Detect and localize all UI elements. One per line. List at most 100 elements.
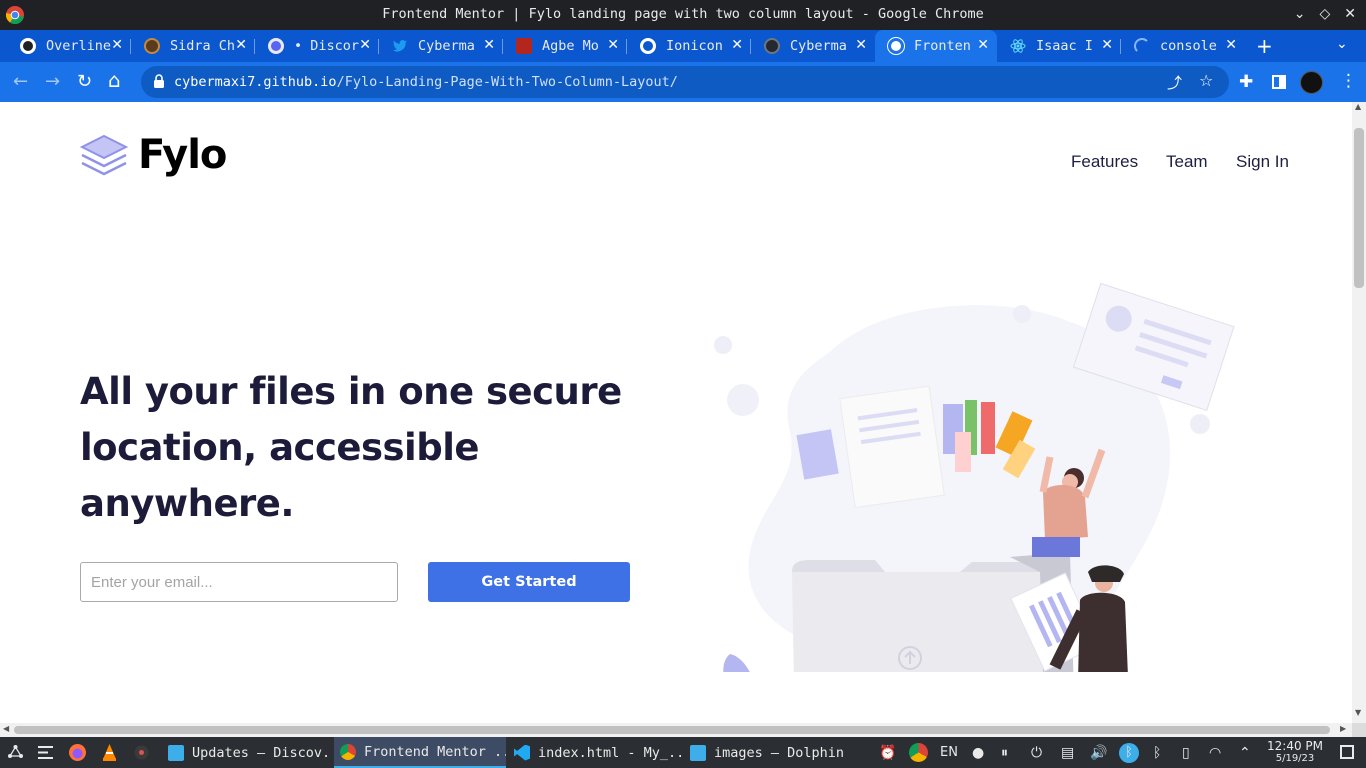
browser-tab[interactable]: Cyberma ✕ [751, 30, 875, 62]
nav-link-sign-in[interactable]: Sign In [1236, 152, 1289, 172]
side-panel-icon[interactable] [1272, 75, 1286, 89]
close-tab-icon[interactable]: ✕ [731, 37, 743, 53]
window-titlebar: Frontend Mentor | Fylo landing page with… [0, 0, 1366, 30]
notifications-alarm-icon[interactable]: ⏰ [879, 745, 896, 761]
show-desktop-button[interactable] [1340, 745, 1354, 759]
clipboard-icon[interactable]: ▤ [1061, 745, 1074, 761]
tab-search-icon[interactable]: ⌄ [1336, 36, 1348, 52]
clock-time: 12:40 PM [1267, 739, 1323, 753]
app-launcher-icon[interactable] [6, 743, 25, 762]
scroll-left-icon[interactable]: ◀ [3, 724, 9, 733]
window-title: Frontend Mentor | Fylo landing page with… [382, 6, 984, 22]
close-window-icon[interactable]: ✕ [1344, 6, 1356, 22]
taskbar-item-discover[interactable]: Updates — Discov... [162, 737, 332, 768]
tab-label: Cyberma [418, 38, 475, 54]
vertical-scrollbar[interactable]: ▲ ▼ [1352, 102, 1366, 723]
close-tab-icon[interactable]: ✕ [607, 37, 619, 53]
nav-link-team[interactable]: Team [1166, 152, 1208, 172]
bookmark-star-icon[interactable]: ☆ [1199, 71, 1213, 90]
site-logo[interactable]: Fylo [80, 132, 227, 178]
close-tab-icon[interactable]: ✕ [1101, 37, 1113, 53]
volume-icon[interactable]: 🔊 [1090, 745, 1107, 761]
url-path: /Fylo-Landing-Page-With-Two-Column-Layou… [336, 74, 678, 90]
browser-tab[interactable]: Sidra Ch ✕ [131, 30, 255, 62]
tab-label: Ionicon [666, 38, 723, 54]
chrome-icon [340, 743, 356, 760]
folder-icon [690, 744, 706, 761]
close-tab-icon[interactable]: ✕ [855, 37, 867, 53]
tab-label: console [1160, 38, 1217, 54]
vertical-scroll-thumb[interactable] [1354, 128, 1364, 288]
power-profile-icon[interactable]: ⏻ [1031, 745, 1042, 761]
new-tab-button[interactable]: + [1256, 34, 1273, 58]
browser-tab[interactable]: Isaac I ✕ [997, 30, 1121, 62]
forward-button[interactable]: → [45, 71, 60, 92]
browser-tab[interactable]: Agbe Mo ✕ [503, 30, 627, 62]
reload-button[interactable]: ↻ [77, 71, 92, 92]
system-settings-icon[interactable] [36, 743, 55, 762]
profile-avatar[interactable] [1300, 71, 1323, 94]
nav-link-features[interactable]: Features [1071, 152, 1138, 172]
system-tray-expand-icon[interactable]: ⌃ [1239, 745, 1251, 761]
recorder-tray-icon[interactable]: ● [972, 745, 984, 761]
close-tab-icon[interactable]: ✕ [977, 37, 989, 53]
discover-icon [168, 744, 184, 761]
browser-tab[interactable]: • Discor ✕ [255, 30, 379, 62]
tab-label: • Discor [294, 38, 360, 54]
lock-icon[interactable] [153, 74, 165, 88]
email-input[interactable] [80, 562, 398, 602]
minimize-icon[interactable]: ⌄ [1294, 6, 1306, 22]
vscode-icon [514, 744, 530, 761]
url-text[interactable]: cybermaxi7.github.io/Fylo-Landing-Page-W… [174, 74, 678, 90]
scroll-down-icon[interactable]: ▼ [1355, 708, 1361, 717]
hero-illustration [714, 282, 1235, 672]
ionicons-favicon-icon [640, 38, 656, 54]
get-started-button[interactable]: Get Started [428, 562, 630, 602]
tab-strip: Overline ✕ Sidra Ch ✕ • Discor ✕ Cyberma… [0, 30, 1366, 62]
browser-tab[interactable]: Cyberma ✕ [379, 30, 503, 62]
wifi-icon[interactable]: ◠ [1209, 745, 1221, 761]
tab-label: Sidra Ch [170, 38, 236, 54]
battery-icon[interactable]: ▯ [1182, 745, 1190, 761]
browser-toolbar: ← → ↻ ⌂ cybermaxi7.github.io/Fylo-Landin… [0, 62, 1366, 102]
scroll-right-icon[interactable]: ▶ [1340, 724, 1346, 733]
media-recorder-icon[interactable] [132, 743, 151, 762]
taskbar-item-dolphin[interactable]: images — Dolphin [684, 737, 854, 768]
close-tab-icon[interactable]: ✕ [1225, 37, 1237, 53]
os-taskbar: Updates — Discov... Frontend Mentor ... … [0, 737, 1366, 768]
profile-favicon-icon [144, 38, 160, 54]
browser-tab[interactable]: console ✕ [1121, 30, 1245, 62]
keyboard-layout-indicator[interactable]: EN [940, 745, 958, 760]
home-button[interactable]: ⌂ [108, 68, 121, 92]
clock[interactable]: 12:40 PM 5/19/23 [1263, 740, 1327, 765]
media-player-icon[interactable]: ⏸ [1001, 745, 1008, 761]
close-tab-icon[interactable]: ✕ [359, 37, 371, 53]
menu-kebab-icon[interactable]: ⋮ [1340, 71, 1357, 91]
horizontal-scroll-thumb[interactable] [14, 726, 1330, 734]
taskbar-item-chrome[interactable]: Frontend Mentor ... [334, 737, 506, 768]
extensions-icon[interactable]: ✚ [1239, 72, 1253, 92]
maximize-icon[interactable]: ◇ [1319, 6, 1330, 22]
taskbar-item-vscode[interactable]: index.html - My_... [508, 737, 682, 768]
horizontal-scrollbar[interactable]: ◀ ▶ [0, 723, 1352, 737]
profile-favicon-icon [516, 38, 532, 54]
scroll-up-icon[interactable]: ▲ [1355, 102, 1361, 111]
tab-label: Cyberma [790, 38, 847, 54]
back-button[interactable]: ← [13, 71, 28, 92]
bluetooth-active-icon[interactable]: ᛒ [1119, 743, 1139, 763]
bluetooth-icon[interactable]: ᛒ [1153, 745, 1161, 761]
browser-tab-active[interactable]: Fronten ✕ [875, 30, 997, 62]
close-tab-icon[interactable]: ✕ [235, 37, 247, 53]
url-host: cybermaxi7.github.io [174, 74, 337, 90]
firefox-icon[interactable] [68, 743, 87, 762]
browser-tab[interactable]: Overline ✕ [7, 30, 131, 62]
close-tab-icon[interactable]: ✕ [111, 37, 123, 53]
chrome-tray-icon[interactable] [909, 743, 928, 762]
address-bar[interactable]: cybermaxi7.github.io/Fylo-Landing-Page-W… [141, 66, 1229, 98]
overline-favicon-icon [20, 38, 36, 54]
browser-tab[interactable]: Ionicon ✕ [627, 30, 751, 62]
close-tab-icon[interactable]: ✕ [483, 37, 495, 53]
share-icon[interactable]: ⤴ [1167, 72, 1182, 93]
vlc-icon[interactable] [100, 743, 119, 762]
task-label: index.html - My_... [538, 744, 682, 761]
